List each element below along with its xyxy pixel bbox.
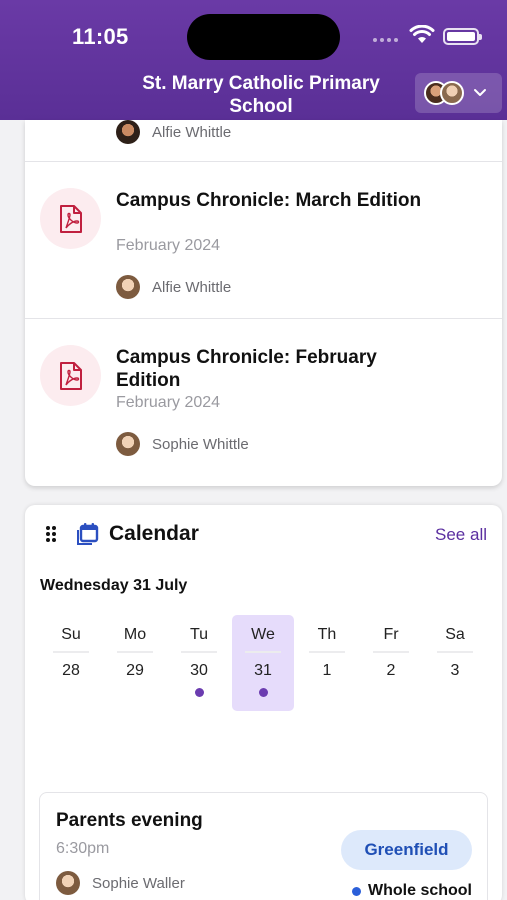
document-title: Campus Chronicle: February Edition: [116, 347, 377, 391]
event-scope: Whole school: [352, 882, 472, 900]
event-card[interactable]: Parents evening 6:30pm Sophie Waller Gre…: [39, 792, 488, 900]
author-name: Alfie Whittle: [152, 123, 232, 141]
day-number: 2: [386, 662, 396, 679]
drag-handle-icon[interactable]: [45, 525, 57, 543]
calendar-day[interactable]: Su 28: [39, 615, 103, 713]
pdf-file-icon: [40, 188, 101, 249]
document-author: Alfie Whittle: [116, 120, 231, 144]
cellular-signal-icon: [373, 38, 398, 42]
day-name: Sa: [445, 626, 465, 643]
wifi-icon: [409, 25, 435, 43]
child-avatar: [440, 81, 464, 105]
author-name: Alfie Whittle: [152, 278, 232, 296]
day-number: 31: [254, 662, 272, 679]
day-divider: [245, 651, 281, 653]
day-name: Tu: [189, 626, 209, 643]
day-divider: [309, 651, 345, 653]
event-tag-badge: Greenfield: [341, 830, 472, 870]
document-item[interactable]: Campus Chronicle: March Edition February…: [25, 162, 502, 317]
selected-date: Wednesday 31 July: [40, 577, 188, 594]
app-header: 11:05 St. Marry Catholic Primary School: [0, 0, 507, 120]
child-switcher-button[interactable]: [415, 73, 502, 113]
document-author: Sophie Whittle: [116, 432, 249, 456]
calendar-title: Calendar: [109, 522, 199, 545]
calendar-day[interactable]: Th 1: [295, 615, 359, 713]
status-time: 11:05: [72, 24, 129, 49]
event-indicator-dot: [194, 688, 204, 697]
day-number: 1: [322, 662, 332, 679]
day-number: 3: [450, 662, 460, 679]
day-divider: [53, 651, 89, 653]
avatar: [116, 432, 140, 456]
calendar-day[interactable]: Mo 29: [103, 615, 167, 713]
document-author: Alfie Whittle: [116, 275, 231, 299]
day-divider: [117, 651, 153, 653]
see-all-link[interactable]: See all: [435, 525, 487, 545]
avatar: [116, 275, 140, 299]
day-name: Th: [317, 626, 337, 643]
day-name: Su: [61, 626, 81, 643]
avatar: [116, 120, 140, 144]
calendar-day[interactable]: We 31: [231, 615, 295, 713]
author-name: Sophie Waller: [92, 874, 185, 892]
week-strip: Su 28 Mo 29 Tu 30 We 31 Th 1 Fr 2 Sa 3: [39, 615, 487, 713]
event-title: Parents evening: [56, 810, 203, 831]
day-divider: [373, 651, 409, 653]
day-number: 28: [62, 662, 80, 679]
event-author: Sophie Waller: [56, 871, 185, 895]
pdf-file-icon: [40, 345, 101, 406]
calendar-day[interactable]: Fr 2: [359, 615, 423, 713]
document-item[interactable]: Campus Chronicle: February Edition Febru…: [25, 319, 502, 479]
day-name: Fr: [383, 626, 399, 643]
day-name: We: [251, 626, 275, 643]
event-indicator-dot: [258, 688, 268, 697]
documents-card: Alfie Whittle Campus Chronicle: March Ed…: [25, 120, 502, 486]
calendar-day[interactable]: Tu 30: [167, 615, 231, 713]
document-date: February 2024: [116, 394, 221, 411]
event-scope-label: Whole school: [368, 882, 472, 899]
day-number: 30: [190, 662, 208, 679]
author-name: Sophie Whittle: [152, 435, 249, 453]
chevron-down-icon: [474, 89, 486, 96]
day-divider: [437, 651, 473, 653]
day-name: Mo: [123, 626, 147, 643]
calendar-icon: [77, 523, 99, 545]
document-date: February 2024: [116, 237, 221, 254]
scope-dot-icon: [352, 886, 361, 896]
document-title: Campus Chronicle: March Edition: [116, 190, 422, 211]
calendar-day[interactable]: Sa 3: [423, 615, 487, 713]
day-number: 29: [126, 662, 144, 679]
school-title: St. Marry Catholic Primary School: [142, 73, 380, 117]
dynamic-island: [187, 14, 340, 60]
event-time: 6:30pm: [56, 840, 110, 857]
avatar: [56, 871, 80, 895]
battery-icon: [443, 28, 482, 45]
day-divider: [181, 651, 217, 653]
calendar-card: Calendar See all Wednesday 31 July Su 28 M…: [25, 505, 502, 900]
